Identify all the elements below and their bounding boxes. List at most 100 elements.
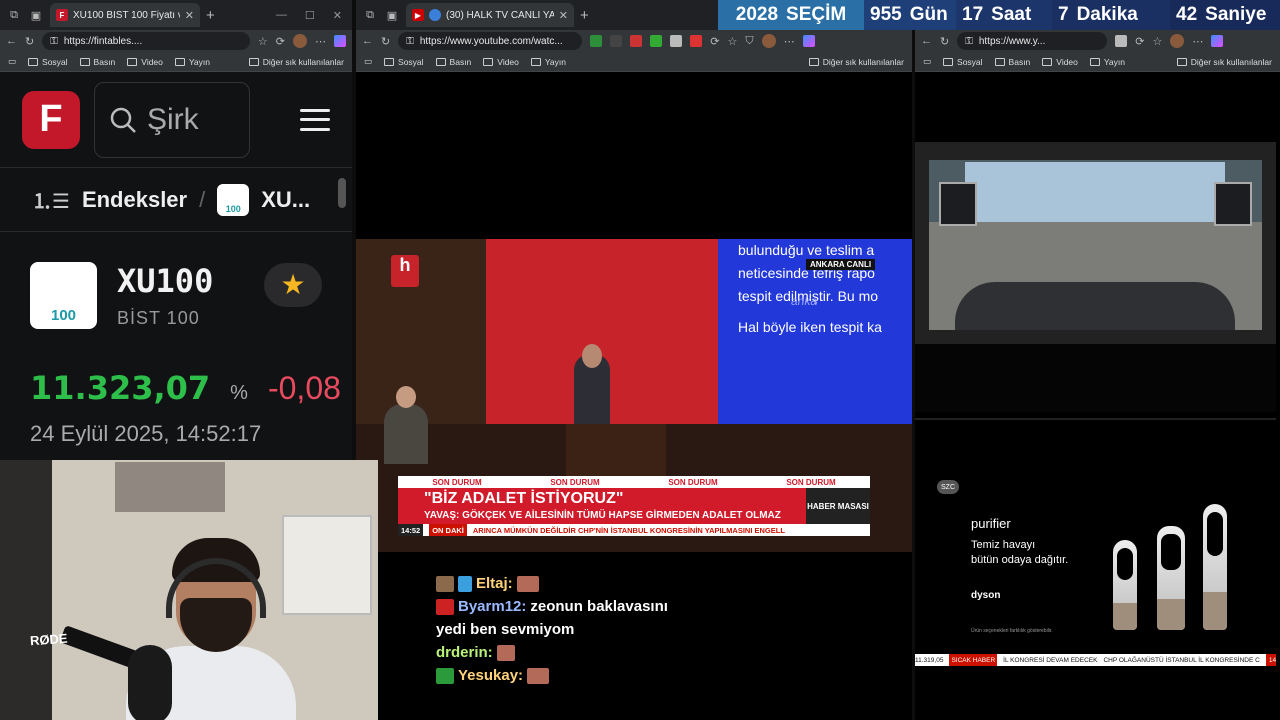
url-field[interactable]: ⚿ https://www.youtube.com/watc...	[398, 32, 583, 50]
bookmark-folder-video[interactable]: Video	[483, 57, 519, 67]
profile-avatar[interactable]	[1170, 34, 1185, 48]
copilot-icon[interactable]	[802, 35, 815, 47]
tab-fintables[interactable]: F XU100 BİST 100 Fiyatı ve Grafi ✕	[50, 3, 200, 27]
extension-5-icon[interactable]	[670, 35, 683, 47]
bookmark-folder-sosyal[interactable]: Sosyal	[28, 57, 68, 67]
bookmark-folder-sosyal[interactable]: Sosyal	[943, 57, 983, 67]
url-field[interactable]: ⚿ https://www.y...	[957, 32, 1108, 50]
folder-icon	[530, 57, 541, 66]
bookmark-folder-yayin[interactable]: Yayın	[1089, 57, 1125, 67]
news-ticker: 14:52 ON DAKİ ARINCA MÜMKÜN DEĞİLDİR CHP…	[398, 524, 870, 536]
bookmark-folder-basin[interactable]: Basın	[435, 57, 471, 67]
countdown-seconds: 42 Saniye	[1170, 0, 1280, 30]
audio-playing-icon[interactable]: ▶	[412, 9, 424, 21]
extension-6-icon[interactable]	[690, 35, 703, 47]
purifier-product	[1157, 526, 1185, 630]
workspaces-icon[interactable]: ⧉	[6, 7, 22, 23]
stream-page: SZC purifier Temiz havayı bütün odaya da…	[915, 72, 1280, 720]
site-info-icon[interactable]: ⚿	[406, 36, 414, 47]
search-input[interactable]: Şirk	[94, 81, 250, 158]
menu-dots-icon[interactable]: ⋯	[315, 35, 326, 48]
extension-icon[interactable]	[1115, 35, 1128, 47]
reload-icon[interactable]: ↻	[940, 35, 949, 48]
extensions-icon[interactable]: ⟳	[1135, 35, 1144, 48]
breadcrumb-current: XU...	[261, 186, 311, 212]
copilot-icon[interactable]	[334, 35, 346, 47]
extension-1-icon[interactable]	[590, 35, 603, 47]
ticker-text: ARINCA MÜMKÜN DEĞİLDİR CHP'NİN İSTANBUL …	[472, 525, 785, 535]
favorite-icon[interactable]: ☆	[727, 35, 737, 48]
bookmark-folder-basin[interactable]: Basın	[79, 57, 115, 67]
menu-dots-icon[interactable]: ⋯	[784, 35, 795, 48]
search-icon	[110, 107, 136, 133]
tab-actions-icon[interactable]: ▣	[28, 7, 44, 23]
bookmark-folder-basin[interactable]: Basın	[994, 57, 1030, 67]
reload-icon[interactable]: ↻	[381, 35, 390, 48]
bookmark-folder-video[interactable]: Video	[1042, 57, 1078, 67]
reading-list-icon[interactable]: ▭	[364, 56, 372, 67]
bookmarks-bar: ▭ Sosyal Basın Video Yayın Diğer sık kul…	[356, 52, 912, 72]
tab-actions-icon[interactable]: ▣	[384, 7, 400, 23]
bookmark-folder-yayin[interactable]: Yayın	[530, 57, 566, 67]
chat-message: Yesukay:	[436, 664, 896, 687]
favorite-icon[interactable]: ☆	[258, 35, 268, 48]
close-window-icon[interactable]: ✕	[333, 9, 342, 22]
favorite-icon[interactable]: ☆	[1152, 35, 1162, 48]
reading-list-icon[interactable]: ▭	[923, 56, 931, 67]
bookmark-folder-sosyal[interactable]: Sosyal	[384, 57, 424, 67]
folder-icon	[1089, 57, 1100, 66]
new-tab-icon[interactable]: +	[580, 7, 589, 24]
tab-youtube[interactable]: ▶ (30) HALK TV CANLI YAYINI ✕	[406, 3, 574, 27]
extension-3-icon[interactable]	[630, 35, 643, 47]
tram-camera-video[interactable]	[915, 142, 1276, 344]
url-field[interactable]: ⚿ https://fintables....	[42, 32, 250, 50]
extensions-icon[interactable]: ⟳	[710, 35, 719, 48]
video-player[interactable]: bulunduğu ve teslim a neticesinde tefriş…	[356, 239, 912, 552]
extensions-icon[interactable]: ⟳	[276, 35, 285, 48]
dyson-ad[interactable]: SZC purifier Temiz havayı bütün odaya da…	[915, 418, 1276, 670]
folder-icon	[248, 57, 259, 66]
minimize-icon[interactable]: —	[276, 9, 287, 22]
back-icon[interactable]: ←	[6, 35, 17, 47]
new-tab-icon[interactable]: +	[206, 7, 215, 24]
video-letterbox	[915, 344, 1276, 412]
hamburger-menu-icon[interactable]	[300, 108, 330, 131]
countdown-days: 955 Gün	[864, 0, 956, 30]
ticker-header: 100 XU100 BİST 100 ★	[0, 232, 352, 329]
breadcrumb-endeksler[interactable]: Endeksler	[82, 187, 187, 213]
microphone-icon	[128, 645, 172, 720]
room-window	[282, 515, 372, 615]
ad-title: purifier	[971, 516, 1011, 531]
browser-window-third: ← ↻ ⚿ https://www.y... ⟳ ☆ ⋯ ▭ Sosyal Ba…	[915, 0, 1280, 720]
other-favorites[interactable]: Diğer sık kullanılanlar	[248, 57, 344, 67]
change-value: -0,08	[267, 370, 341, 406]
menu-dots-icon[interactable]: ⋯	[1192, 35, 1203, 48]
copilot-icon[interactable]	[1211, 35, 1224, 47]
shield-icon[interactable]: ⛉	[745, 35, 753, 48]
reading-list-icon[interactable]: ▭	[8, 56, 16, 67]
extension-4-icon[interactable]	[650, 35, 663, 47]
workspaces-icon[interactable]: ⧉	[362, 7, 378, 23]
profile-avatar[interactable]	[293, 34, 307, 48]
site-info-icon[interactable]: ⚿	[50, 36, 58, 47]
channel-badge: SZC	[937, 480, 959, 494]
back-icon[interactable]: ←	[362, 35, 373, 47]
other-favorites[interactable]: Diğer sık kullanılanlar	[1176, 57, 1272, 67]
scrollbar-thumb[interactable]	[338, 178, 346, 208]
badge-icon	[436, 667, 454, 684]
reload-icon[interactable]: ↻	[25, 35, 34, 48]
favorite-star-button[interactable]: ★	[264, 262, 322, 307]
close-tab-icon[interactable]: ✕	[185, 9, 194, 22]
back-icon[interactable]: ←	[921, 35, 932, 47]
profile-avatar[interactable]	[761, 34, 776, 48]
other-favorites[interactable]: Diğer sık kullanılanlar	[808, 57, 904, 67]
headline: "BİZ ADALET İSTİYORUZ"	[424, 490, 624, 507]
extension-2-icon[interactable]	[610, 35, 623, 47]
fintables-logo[interactable]: F	[22, 90, 80, 149]
bookmark-folder-yayin[interactable]: Yayın	[174, 57, 210, 67]
folder-icon	[28, 57, 39, 66]
bookmark-folder-video[interactable]: Video	[127, 57, 163, 67]
maximize-icon[interactable]: ☐	[305, 9, 315, 22]
site-info-icon[interactable]: ⚿	[965, 36, 973, 47]
close-tab-icon[interactable]: ✕	[559, 9, 568, 22]
